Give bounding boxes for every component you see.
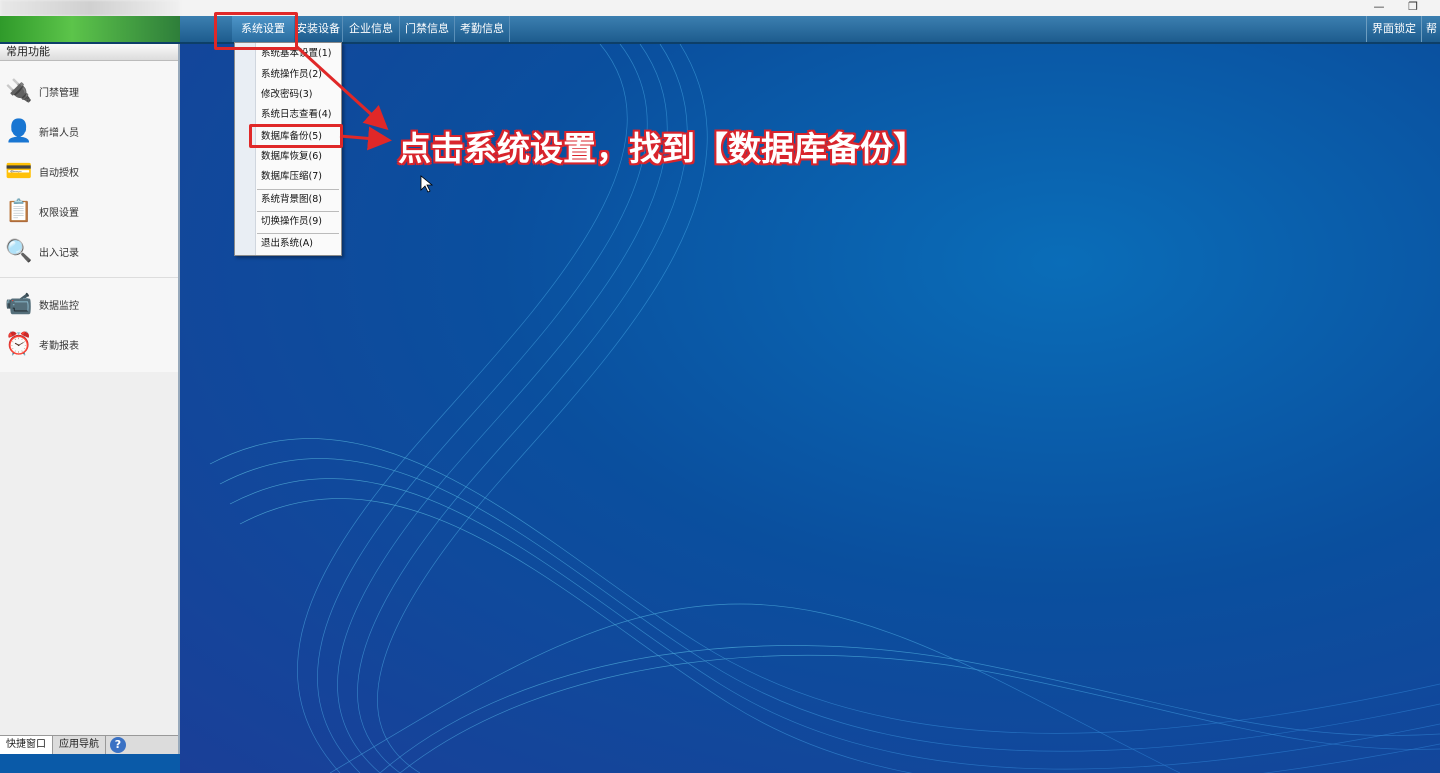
arrow-from-backup [339, 126, 392, 151]
arrow-from-menu [294, 44, 389, 131]
mouse-cursor-icon [420, 175, 434, 193]
annotation-caption: 点击系统设置，找到【数据库备份】 [398, 129, 926, 168]
annotation-arrows [294, 44, 434, 193]
